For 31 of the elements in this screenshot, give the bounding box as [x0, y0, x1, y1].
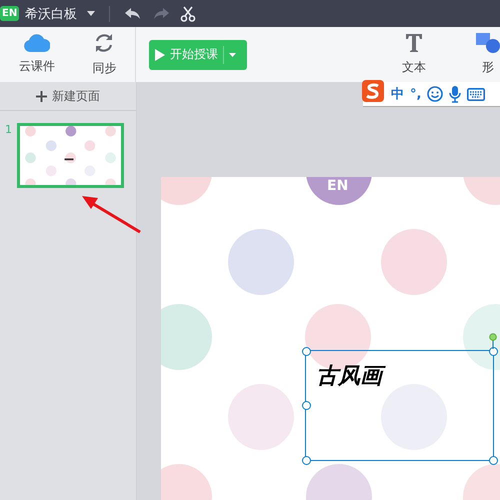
resize-handle[interactable]: [489, 456, 498, 465]
cut-icon[interactable]: [180, 6, 196, 22]
cloud-icon: [24, 34, 50, 52]
slide-thumbnail[interactable]: [17, 123, 124, 188]
rotate-handle[interactable]: [489, 333, 497, 349]
resize-handle[interactable]: [302, 347, 311, 356]
undo-icon[interactable]: [124, 6, 142, 20]
shape-icon: [476, 33, 500, 53]
play-icon: [155, 48, 165, 60]
plus-icon: [36, 90, 47, 102]
text-tool-button[interactable]: 文本: [394, 33, 434, 76]
keyboard-icon[interactable]: [467, 88, 486, 100]
page-number: 1: [5, 123, 12, 136]
cloud-courseware-button[interactable]: 云课件: [18, 27, 55, 82]
caret-icon: [229, 52, 236, 56]
input-method-logo[interactable]: [361, 79, 385, 103]
emoji-icon[interactable]: [427, 86, 444, 102]
app-logo: EN: [0, 6, 20, 21]
shape-tool-button[interactable]: 形: [468, 33, 500, 76]
redo-icon[interactable]: [152, 6, 170, 20]
punctuation-toggle[interactable]: °,: [410, 86, 422, 102]
pointer-arrow: [80, 194, 142, 234]
input-mode-toggle[interactable]: 中: [391, 85, 404, 103]
text-icon: [405, 33, 423, 53]
resize-handle[interactable]: [302, 456, 311, 465]
sync-button[interactable]: 同步: [92, 27, 116, 82]
resize-handle[interactable]: [302, 401, 311, 410]
app-title: 希沃白板: [25, 6, 78, 22]
caret-icon[interactable]: [87, 11, 96, 16]
slide-label: EN: [327, 178, 348, 194]
microphone-icon[interactable]: [449, 86, 462, 102]
